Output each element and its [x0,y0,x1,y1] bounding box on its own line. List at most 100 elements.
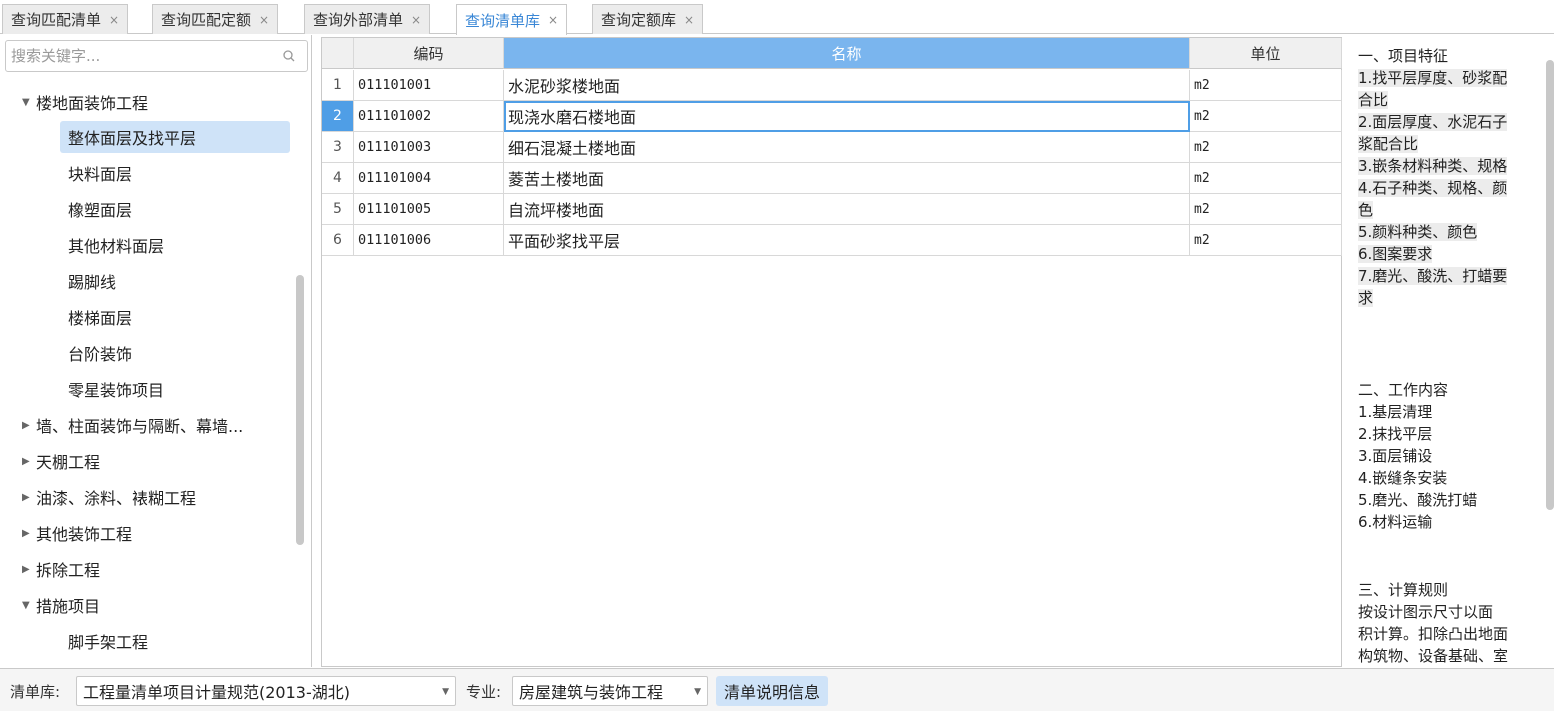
description-text: 求 [1358,289,1374,307]
close-icon[interactable]: × [684,13,694,27]
chevron-right-icon[interactable]: ▶ [22,564,36,575]
chevron-down-icon[interactable]: ▼ [442,687,449,697]
tab-match-quota[interactable]: 查询匹配定额 × [152,4,279,34]
description-text: 合比 [1358,91,1389,109]
tree-node-misc-decoration[interactable]: 零星装饰项目 [68,373,164,405]
tree-node-label: 踢脚线 [68,273,117,292]
tab-label: 查询定额库 [601,11,677,29]
specialty-select[interactable]: 房屋建筑与装饰工程 ▼ [512,676,708,706]
description-scrollbar[interactable] [1546,60,1554,510]
tree-node-stair-surface[interactable]: 楼梯面层 [68,301,132,333]
code-cell[interactable]: 011101002 [354,101,504,132]
tree-node-demolition[interactable]: ▶ 拆除工程 [22,553,100,585]
tree-node-scaffolding[interactable]: 脚手架工程 [68,625,148,657]
table-row[interactable]: 6 011101006 平面砂浆找平层 m2 [322,225,1342,256]
close-icon[interactable]: × [109,13,119,27]
description-text: 积计算。扣除凸出地面 [1358,625,1509,643]
name-cell[interactable]: 现浇水磨石楼地面 [504,101,1190,132]
row-number: 2 [322,101,354,132]
table-row[interactable]: 3 011101003 细石混凝土楼地面 m2 [322,132,1342,163]
description-line: 构筑物、设备基础、室 [1358,645,1508,667]
description-line: 2.面层厚度、水泥石子 [1358,111,1508,133]
code-cell[interactable]: 011101003 [354,132,504,163]
tree-node-measures[interactable]: ▼ 措施项目 [22,589,100,621]
tab-external-list[interactable]: 查询外部清单 × [304,4,431,34]
tree-node-other-decoration[interactable]: ▶ 其他装饰工程 [22,517,132,549]
tree-node-floor-decoration[interactable]: ▼ 楼地面装饰工程 [22,86,148,118]
close-icon[interactable]: × [411,13,421,27]
description-panel: 一、项目特征 1.找平层厚度、砂浆配 合比 2.面层厚度、水泥石子 浆配合比 3… [1350,37,1554,667]
tab-list-library[interactable]: 查询清单库 × [456,4,568,35]
table-row[interactable]: 4 011101004 菱苦土楼地面 m2 [322,163,1342,194]
chevron-right-icon[interactable]: ▶ [22,420,36,431]
table-row[interactable]: 1 011101001 水泥砂浆楼地面 m2 [322,70,1342,101]
description-line: 7.磨光、酸洗、打蜡要 [1358,265,1508,287]
unit-cell[interactable]: m2 [1190,163,1342,194]
code-cell[interactable]: 011101001 [354,70,504,101]
tree-node-skirting[interactable]: 踢脚线 [68,265,116,297]
description-line: 浆配合比 [1358,133,1419,155]
chevron-down-icon[interactable]: ▼ [22,97,36,108]
description-line: 二、工作内容 [1358,379,1448,401]
tree-node-integral-surface[interactable]: 整体面层及找平层 [60,121,290,153]
row-number: 6 [322,225,354,256]
description-text: 构筑物、设备基础、室 [1358,647,1509,665]
tree-node-label: 零星装饰项目 [68,381,165,400]
description-text: 4.嵌缝条安装 [1358,469,1448,487]
unit-cell[interactable]: m2 [1190,194,1342,225]
code-cell[interactable]: 011101004 [354,163,504,194]
description-line: 6.图案要求 [1358,243,1433,265]
close-icon[interactable]: × [548,13,558,27]
tree-node-label: 其他装饰工程 [36,525,133,544]
tree-node-label: 墙、柱面装饰与隔断、幕墙... [36,417,244,436]
unit-cell[interactable]: m2 [1190,225,1342,256]
description-text: 按设计图示尺寸以面 [1358,603,1494,621]
description-text: 4.石子种类、规格、颜 [1358,179,1508,197]
tree-node-other-material[interactable]: 其他材料面层 [68,229,164,261]
name-cell[interactable]: 细石混凝土楼地面 [504,132,1190,163]
tree-node-step-decoration[interactable]: 台阶装饰 [68,337,132,369]
list-info-button[interactable]: 清单说明信息 [716,676,829,706]
name-cell[interactable]: 水泥砂浆楼地面 [504,70,1190,101]
name-cell[interactable]: 平面砂浆找平层 [504,225,1190,256]
column-header-name[interactable]: 名称 [504,38,1190,69]
close-icon[interactable]: × [259,13,269,27]
tree-node-label: 橡塑面层 [68,201,133,220]
chevron-right-icon[interactable]: ▶ [22,456,36,467]
description-line: 1.基层清理 [1358,401,1432,423]
chevron-right-icon[interactable]: ▶ [22,528,36,539]
table-row[interactable]: 2 011101002 现浇水磨石楼地面 m2 [322,101,1342,132]
chevron-right-icon[interactable]: ▶ [22,492,36,503]
description-line: 6.材料运输 [1358,511,1432,533]
tree-node-rubber-surface[interactable]: 橡塑面层 [68,193,132,225]
column-header-code[interactable]: 编码 [354,38,504,69]
description-line: 按设计图示尺寸以面 [1358,601,1493,623]
search-input[interactable] [11,47,271,65]
description-line: 3.嵌条材料种类、规格 [1358,155,1508,177]
tree-node-label: 措施项目 [36,597,101,616]
table-row[interactable]: 5 011101005 自流坪楼地面 m2 [322,194,1342,225]
tree-node-block-surface[interactable]: 块料面层 [68,157,132,189]
tab-match-list[interactable]: 查询匹配清单 × [2,4,129,34]
tree-node-ceiling[interactable]: ▶ 天棚工程 [22,445,100,477]
unit-cell[interactable]: m2 [1190,70,1342,101]
name-cell[interactable]: 菱苦土楼地面 [504,163,1190,194]
column-header-unit[interactable]: 单位 [1190,38,1342,69]
code-cell[interactable]: 011101006 [354,225,504,256]
tree-node-wall-decoration[interactable]: ▶ 墙、柱面装饰与隔断、幕墙... [22,409,243,441]
tree-scrollbar[interactable] [296,275,304,545]
description-line: 1.找平层厚度、砂浆配 [1358,67,1508,89]
chevron-down-icon[interactable]: ▼ [694,687,701,697]
chevron-down-icon[interactable]: ▼ [22,600,36,611]
code-cell[interactable]: 011101005 [354,194,504,225]
tab-label: 查询清单库 [465,11,541,30]
name-cell[interactable]: 自流坪楼地面 [504,194,1190,225]
description-text: 二、工作内容 [1358,381,1449,399]
library-select[interactable]: 工程量清单项目计量规范(2013-湖北) ▼ [76,676,456,706]
description-line: 2.抹找平层 [1358,423,1432,445]
tab-quota-library[interactable]: 查询定额库 × [592,4,704,34]
tree-node-paint[interactable]: ▶ 油漆、涂料、裱糊工程 [22,481,196,513]
unit-cell[interactable]: m2 [1190,101,1342,132]
search-icon[interactable] [283,50,295,62]
unit-cell[interactable]: m2 [1190,132,1342,163]
